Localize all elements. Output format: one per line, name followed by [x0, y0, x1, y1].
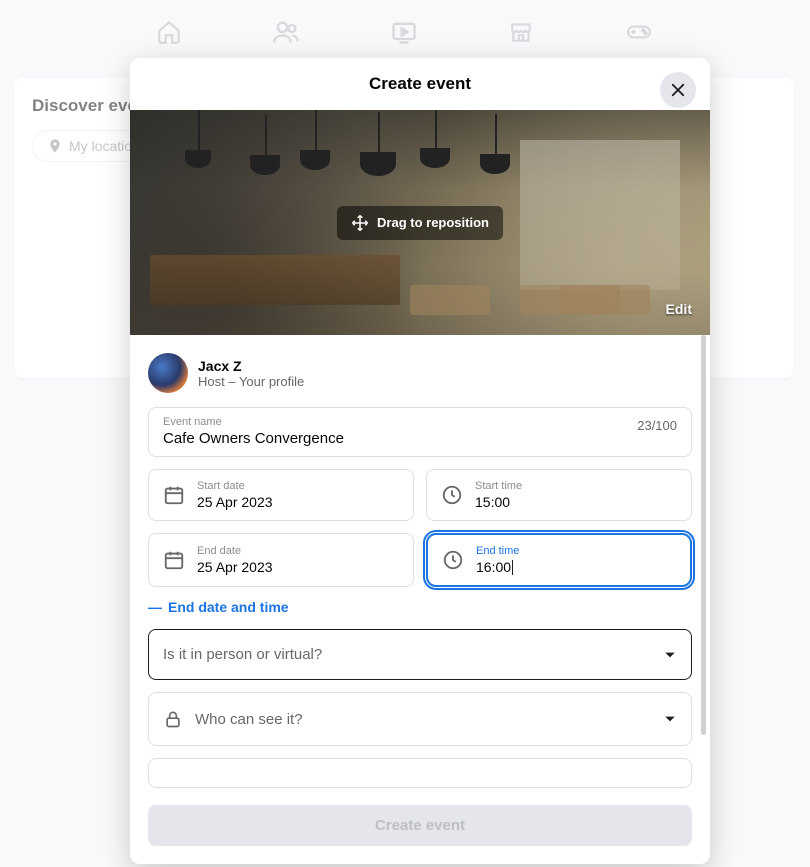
end-time-label: End time [476, 545, 676, 557]
end-date-label: End date [197, 545, 399, 557]
start-date-field[interactable]: Start date 25 Apr 2023 [148, 469, 414, 521]
event-name-label: Event name [163, 416, 677, 428]
start-date-label: Start date [197, 480, 399, 492]
event-name-count: 23/100 [637, 418, 677, 433]
end-time-value: 16:00 [476, 559, 676, 575]
move-icon [351, 214, 369, 232]
end-time-field[interactable]: End time 16:00 [426, 533, 692, 587]
create-event-modal: Create event Drag to reposition Edit Jac… [130, 58, 710, 864]
event-name-field[interactable]: Event name 23/100 [148, 407, 692, 457]
clock-icon [442, 549, 464, 571]
visibility-select[interactable]: Who can see it? [148, 692, 692, 746]
start-time-value: 15:00 [475, 494, 677, 510]
end-date-time-label: End date and time [168, 599, 289, 615]
chevron-down-icon [663, 712, 677, 726]
chevron-down-icon [663, 648, 677, 662]
start-time-field[interactable]: Start time 15:00 [426, 469, 692, 521]
edit-cover-button[interactable]: Edit [666, 301, 692, 317]
start-date-value: 25 Apr 2023 [197, 494, 399, 510]
create-event-button[interactable]: Create event [148, 805, 692, 846]
cover-image[interactable]: Drag to reposition Edit [130, 110, 710, 335]
modal-header: Create event [130, 58, 710, 110]
avatar [148, 353, 188, 393]
location-type-select[interactable]: Is it in person or virtual? [148, 629, 692, 680]
visibility-prompt: Who can see it? [195, 711, 303, 728]
end-date-time-toggle[interactable]: — End date and time [148, 599, 692, 615]
event-name-input[interactable] [163, 430, 677, 447]
scrollbar[interactable] [701, 335, 706, 791]
calendar-icon [163, 549, 185, 571]
close-icon [669, 81, 687, 99]
reposition-label: Drag to reposition [377, 215, 489, 230]
end-date-field[interactable]: End date 25 Apr 2023 [148, 533, 414, 587]
clock-icon [441, 484, 463, 506]
host-subtitle: Host – Your profile [198, 374, 304, 389]
host-name: Jacx Z [198, 358, 304, 374]
calendar-icon [163, 484, 185, 506]
location-type-prompt: Is it in person or virtual? [163, 646, 322, 663]
drag-reposition-pill[interactable]: Drag to reposition [337, 206, 503, 240]
modal-footer: Create event [130, 791, 710, 864]
lock-icon [163, 709, 183, 729]
start-time-label: Start time [475, 480, 677, 492]
end-date-value: 25 Apr 2023 [197, 559, 399, 575]
modal-body: Jacx Z Host – Your profile Event name 23… [130, 335, 710, 791]
minus-icon: — [148, 599, 162, 615]
close-button[interactable] [660, 72, 696, 108]
additional-field[interactable] [148, 758, 692, 788]
scrollbar-thumb[interactable] [701, 335, 706, 735]
modal-title: Create event [369, 74, 471, 94]
host-row: Jacx Z Host – Your profile [148, 349, 692, 407]
